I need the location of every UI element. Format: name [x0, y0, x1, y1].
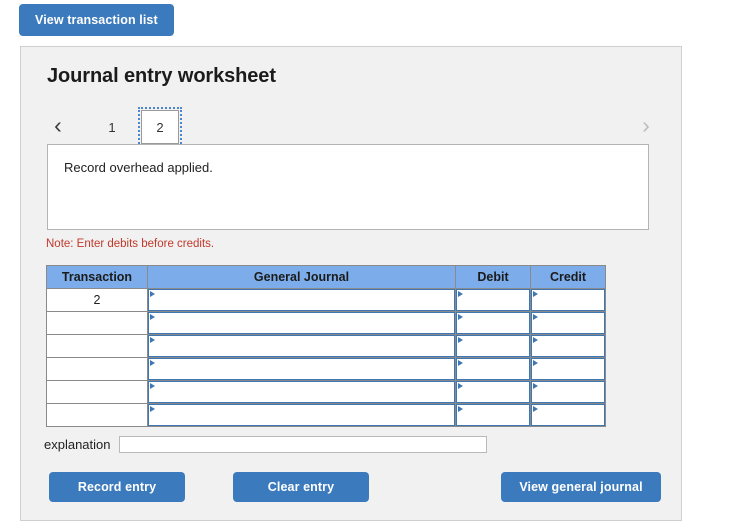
column-header-credit: Credit [530, 265, 606, 289]
cell-general-journal [147, 334, 456, 358]
chevron-left-icon[interactable]: ‹ [47, 112, 69, 138]
cell-credit [530, 288, 606, 312]
credit-input-row-2[interactable] [531, 312, 605, 334]
tab-entry-2[interactable]: 2 [138, 107, 182, 147]
cell-general-journal [147, 311, 456, 335]
cell-debit [455, 288, 531, 312]
journal-entry-worksheet-panel: Journal entry worksheet ‹ 1 2 › Record o… [20, 46, 682, 521]
cell-transaction [46, 311, 148, 335]
cell-general-journal [147, 288, 456, 312]
cell-transaction [46, 380, 148, 404]
general-journal-input-row-1[interactable] [148, 289, 455, 311]
cell-general-journal [147, 380, 456, 404]
table-row [46, 403, 606, 427]
cell-credit [530, 357, 606, 381]
cell-debit [455, 380, 531, 404]
cell-transaction [46, 357, 148, 381]
explanation-row: explanation [44, 436, 487, 453]
record-entry-button[interactable]: Record entry [49, 472, 185, 502]
cell-credit [530, 334, 606, 358]
cell-debit [455, 334, 531, 358]
worksheet-tab-strip: ‹ 1 2 › [47, 104, 657, 147]
explanation-input[interactable] [118, 436, 487, 453]
entry-description-text: Record overhead applied. [64, 160, 213, 175]
table-row: 2 [46, 288, 606, 312]
general-journal-input-row-4[interactable] [148, 358, 455, 380]
cell-credit [530, 311, 606, 335]
cell-transaction [46, 403, 148, 427]
entry-description-box: Record overhead applied. [47, 144, 649, 230]
debit-input-row-1[interactable] [456, 289, 530, 311]
general-journal-input-row-6[interactable] [148, 404, 455, 426]
table-header-row: Transaction General Journal Debit Credit [46, 265, 606, 289]
explanation-label: explanation [44, 437, 111, 452]
cell-debit [455, 403, 531, 427]
general-journal-input-row-2[interactable] [148, 312, 455, 334]
table-row [46, 380, 606, 404]
worksheet-actions: Record entry Clear entry View general jo… [49, 472, 661, 502]
top-toolbar: View transaction list [19, 4, 174, 36]
journal-entry-table: Transaction General Journal Debit Credit… [46, 265, 606, 427]
table-row [46, 357, 606, 381]
debit-input-row-5[interactable] [456, 381, 530, 403]
credit-input-row-3[interactable] [531, 335, 605, 357]
debit-input-row-6[interactable] [456, 404, 530, 426]
cell-debit [455, 357, 531, 381]
cell-credit [530, 380, 606, 404]
general-journal-input-row-5[interactable] [148, 381, 455, 403]
chevron-right-icon[interactable]: › [635, 112, 657, 138]
column-header-debit: Debit [455, 265, 531, 289]
page-title: Journal entry worksheet [47, 65, 276, 87]
credit-input-row-4[interactable] [531, 358, 605, 380]
debits-before-credits-note: Note: Enter debits before credits. [46, 238, 215, 250]
general-journal-input-row-3[interactable] [148, 335, 455, 357]
credit-input-row-6[interactable] [531, 404, 605, 426]
column-header-transaction: Transaction [46, 265, 148, 289]
debit-input-row-2[interactable] [456, 312, 530, 334]
clear-entry-button[interactable]: Clear entry [233, 472, 369, 502]
credit-input-row-1[interactable] [531, 289, 605, 311]
view-general-journal-button[interactable]: View general journal [501, 472, 661, 502]
cell-general-journal [147, 357, 456, 381]
view-transaction-list-button[interactable]: View transaction list [19, 4, 174, 36]
debit-input-row-3[interactable] [456, 335, 530, 357]
table-row [46, 311, 606, 335]
cell-transaction [46, 334, 148, 358]
cell-debit [455, 311, 531, 335]
cell-general-journal [147, 403, 456, 427]
column-header-general-journal: General Journal [147, 265, 456, 289]
cell-transaction: 2 [46, 288, 148, 312]
debit-input-row-4[interactable] [456, 358, 530, 380]
table-row [46, 334, 606, 358]
credit-input-row-5[interactable] [531, 381, 605, 403]
cell-credit [530, 403, 606, 427]
tab-entry-1[interactable]: 1 [93, 110, 131, 144]
